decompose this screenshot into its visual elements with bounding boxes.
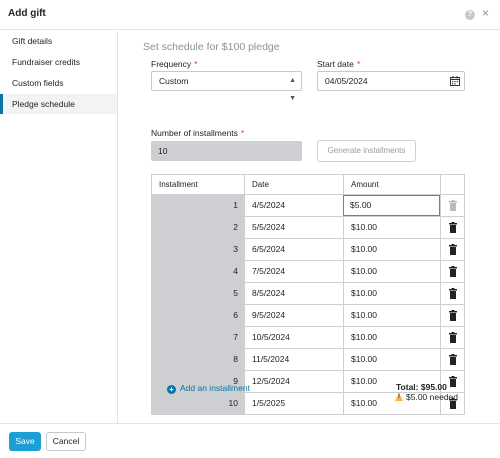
help-icon[interactable]: ? (465, 10, 475, 20)
trash-icon[interactable] (449, 244, 457, 255)
column-header-installment: Installment (159, 180, 198, 189)
required-marker: * (194, 59, 198, 69)
installment-amount[interactable]: $10.00 (343, 283, 440, 304)
installment-date[interactable]: 8/5/2024 (244, 283, 343, 304)
add-installment-label: Add an installment (180, 383, 250, 393)
total-amount: Total: $95.00 (396, 382, 447, 392)
trash-icon[interactable] (449, 266, 457, 277)
modal-footer: Save Cancel (0, 423, 500, 458)
installments-label-text: Number of installments (151, 128, 238, 138)
installment-number: 3 (152, 239, 244, 260)
start-date-label-text: Start date (317, 59, 354, 69)
installment-date[interactable]: 6/5/2024 (244, 239, 343, 260)
trash-icon[interactable] (449, 200, 457, 211)
installment-amount[interactable]: $10.00 (343, 261, 440, 282)
start-date-field[interactable]: 04/05/2024 (317, 71, 465, 91)
table-row: 3 6/5/2024 $10.00 (151, 239, 465, 261)
installment-amount[interactable]: $10.00 (343, 239, 440, 260)
select-caret-icon: ▲ ▼ (289, 77, 296, 102)
trash-icon[interactable] (449, 354, 457, 365)
table-row: 2 5/5/2024 $10.00 (151, 217, 465, 239)
modal-title: Add gift (8, 8, 46, 19)
amount-needed-text: $5.00 needed (406, 392, 458, 402)
table-row: 4 7/5/2024 $10.00 (151, 261, 465, 283)
column-header-amount: Amount (343, 175, 440, 194)
installment-number: 1 (152, 195, 244, 216)
delete-cell (440, 327, 464, 348)
page-title: Set schedule for $100 pledge (143, 41, 280, 53)
delete-cell (440, 239, 464, 260)
frequency-value: Custom (159, 76, 189, 86)
column-header-date: Date (244, 175, 343, 194)
warning-icon: ! (395, 393, 403, 401)
installment-date[interactable]: 12/5/2024 (244, 371, 343, 392)
sidebar-item-pledge-schedule[interactable]: Pledge schedule (0, 94, 117, 114)
installment-amount[interactable]: $10.00 (343, 217, 440, 238)
trash-icon[interactable] (449, 222, 457, 233)
modal-header: Add gift ? × (0, 0, 500, 30)
table-header: Installment Date Amount (151, 174, 465, 195)
installments-count-field[interactable]: 10 (151, 141, 302, 161)
installment-date[interactable]: 11/5/2024 (244, 349, 343, 370)
save-button[interactable]: Save (9, 432, 41, 451)
table-row: 5 8/5/2024 $10.00 (151, 283, 465, 305)
installment-amount[interactable]: $10.00 (343, 305, 440, 326)
installment-date[interactable]: 10/5/2024 (244, 327, 343, 348)
plus-circle-icon: + (167, 385, 176, 394)
table-row: 6 9/5/2024 $10.00 (151, 305, 465, 327)
close-icon[interactable]: × (482, 7, 489, 19)
generate-installments-button[interactable]: Generate installments (317, 140, 416, 162)
installment-date[interactable]: 7/5/2024 (244, 261, 343, 282)
installment-number: 8 (152, 349, 244, 370)
installment-date[interactable]: 9/5/2024 (244, 305, 343, 326)
frequency-select[interactable]: Custom ▲ ▼ (151, 71, 302, 102)
installment-date[interactable]: 1/5/2025 (244, 393, 343, 414)
delete-cell (440, 217, 464, 238)
add-gift-modal: Add gift ? × Gift details Fundraiser cre… (0, 0, 500, 458)
installment-number: 10 (152, 393, 244, 414)
trash-icon[interactable] (449, 376, 457, 387)
trash-icon[interactable] (449, 332, 457, 343)
installment-number: 5 (152, 283, 244, 304)
required-marker: * (240, 128, 245, 138)
installment-date[interactable]: 4/5/2024 (244, 195, 343, 216)
table-row: 8 11/5/2024 $10.00 (151, 349, 465, 371)
sidebar-item-fundraiser-credits[interactable]: Fundraiser credits (0, 52, 117, 72)
delete-cell (440, 305, 464, 326)
installment-amount[interactable]: $10.00 (343, 327, 440, 348)
frequency-label: Frequency * (151, 59, 197, 69)
column-header-actions (440, 175, 464, 194)
calendar-icon[interactable] (450, 76, 460, 86)
installment-number: 7 (152, 327, 244, 348)
table-row: 7 10/5/2024 $10.00 (151, 327, 465, 349)
table-row: 1 4/5/2024 $5.00 (151, 195, 465, 217)
installment-amount[interactable]: $10.00 (343, 349, 440, 370)
delete-cell (440, 195, 464, 216)
amount-needed: ! $5.00 needed (395, 392, 458, 402)
add-installment-link[interactable]: + Add an installment (167, 383, 250, 394)
delete-cell (440, 261, 464, 282)
sidebar-item-custom-fields[interactable]: Custom fields (0, 73, 117, 93)
installment-date[interactable]: 5/5/2024 (244, 217, 343, 238)
start-date-label: Start date * (317, 59, 360, 69)
delete-cell (440, 349, 464, 370)
frequency-label-text: Frequency (151, 59, 192, 69)
trash-icon[interactable] (449, 288, 457, 299)
installment-number: 2 (152, 217, 244, 238)
delete-cell (440, 283, 464, 304)
installment-number: 4 (152, 261, 244, 282)
required-marker: * (356, 59, 361, 69)
installment-number: 6 (152, 305, 244, 326)
start-date-value: 04/05/2024 (325, 76, 368, 86)
pledge-schedule-panel: Set schedule for $100 pledge Frequency * … (119, 31, 500, 423)
installment-amount[interactable]: $5.00 (343, 195, 440, 216)
cancel-button[interactable]: Cancel (46, 432, 86, 451)
sidebar: Gift details Fundraiser credits Custom f… (0, 31, 118, 423)
sidebar-item-gift-details[interactable]: Gift details (0, 31, 117, 51)
installments-label: Number of installments * (151, 128, 244, 138)
trash-icon[interactable] (449, 310, 457, 321)
